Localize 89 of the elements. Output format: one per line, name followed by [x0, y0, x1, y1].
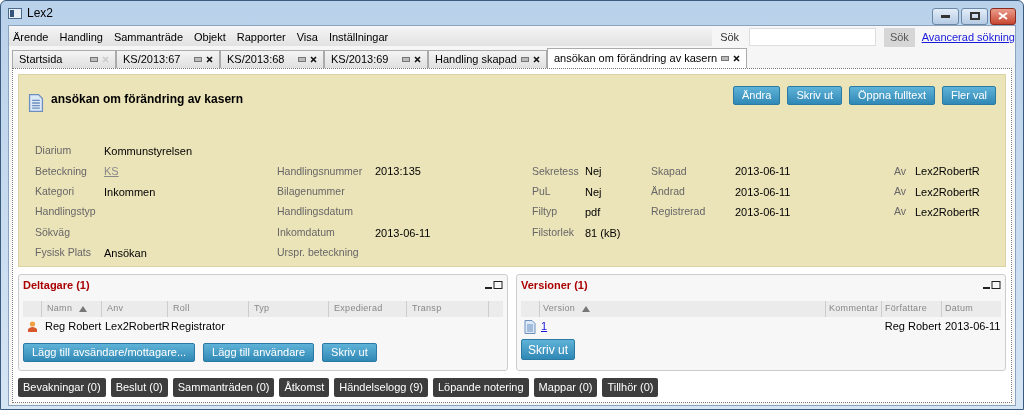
sort-ascending-icon	[79, 306, 88, 312]
section-tab[interactable]: Bevakningar (0)	[18, 378, 106, 397]
table-cell-text: Reg Robert	[44, 319, 101, 335]
minimize-button[interactable]	[932, 7, 959, 25]
field-label: Kategori	[35, 184, 76, 200]
field-label: Handlingsdatum	[277, 204, 354, 220]
advanced-search-link[interactable]: Avancerad sökning	[921, 28, 1015, 46]
field-label: Beteckning	[35, 163, 88, 179]
document-icon	[524, 319, 536, 334]
menu-item[interactable]: Ärende	[13, 28, 49, 46]
window-title: Lex2	[27, 5, 54, 22]
search-field[interactable]	[749, 28, 877, 46]
field-value: Kommunstyrelsen	[104, 143, 193, 159]
field-label: Av	[894, 184, 908, 200]
section-tab[interactable]: Sammanträden (0)	[172, 378, 275, 397]
document-tab[interactable]: KS/2013:67	[116, 50, 220, 68]
section-tab[interactable]: Beslut (0)	[110, 378, 168, 397]
field-label: Fysisk Plats	[35, 245, 92, 261]
field-value: Lex2RobertR	[915, 205, 980, 221]
field-value: pdf	[585, 205, 601, 221]
field-label: Skapad	[651, 163, 688, 179]
table-cell-text: Lex2RobertR	[104, 319, 167, 335]
field-value: Inkommen	[104, 184, 156, 200]
close-tab-icon[interactable]	[532, 56, 540, 63]
maximize-button[interactable]	[961, 7, 988, 25]
section-tab[interactable]: Åtkomst	[279, 378, 330, 397]
document-icon	[28, 94, 44, 112]
field-value: Nej	[585, 164, 602, 180]
search-label: Sök	[720, 29, 740, 45]
field-label: Filtyp	[532, 204, 559, 220]
section-tab[interactable]: Händelselogg (9)	[334, 378, 428, 397]
field-label: Av	[894, 204, 908, 220]
version-link[interactable]: 1	[539, 318, 825, 335]
field-label: Bilagenummer	[277, 184, 346, 200]
field-value: 2013-06-11	[735, 205, 791, 221]
menu-item[interactable]: Inställningar	[328, 28, 389, 46]
field-label: Sekretess	[532, 163, 580, 179]
table-cell-text: Registrator	[170, 319, 225, 335]
close-tab-icon[interactable]	[733, 55, 741, 62]
section-tab[interactable]: Tillhör (0)	[602, 378, 659, 397]
document-tab[interactable]: KS/2013:69	[324, 50, 428, 68]
field-label: Urspr. beteckning	[277, 245, 360, 261]
menu-item[interactable]: Handling	[59, 28, 103, 46]
panel-title: Deltagare (1)	[23, 277, 90, 293]
close-button[interactable]	[990, 7, 1016, 25]
search-button[interactable]: Sök	[884, 27, 915, 47]
field-label: Sökväg	[35, 224, 72, 240]
field-value: Lex2RobertR	[915, 164, 980, 180]
app-icon	[8, 7, 22, 19]
close-icon	[998, 12, 1008, 20]
minimize-maximize-icon[interactable]	[485, 280, 503, 290]
field-value: 81 (kB)	[585, 225, 621, 241]
field-value: 2013-06-11	[735, 164, 791, 180]
field-value: 2013-06-11	[375, 225, 431, 241]
person-icon	[27, 321, 37, 332]
field-label: Handlingstyp	[35, 204, 97, 220]
section-tab[interactable]: Mappar (0)	[533, 378, 598, 397]
panel-title: Versioner (1)	[521, 277, 588, 293]
menu-item[interactable]: Visa	[296, 28, 318, 46]
field-label: Ändrad	[651, 184, 686, 200]
field-value: 2013-06-11	[735, 184, 791, 200]
maximize-icon	[969, 12, 980, 20]
field-value: Nej	[585, 184, 602, 200]
minimize-icon	[941, 14, 950, 18]
field-label: Av	[894, 163, 908, 179]
document-tab[interactable]: ansökan om förändring av kasern	[546, 48, 748, 68]
field-label: Inkomdatum	[277, 224, 336, 240]
field-value: 2013:135	[375, 164, 421, 180]
section-tab[interactable]: Löpande notering	[432, 378, 529, 397]
field-label: Registrerad	[651, 204, 707, 220]
field-value: Ansökan	[104, 245, 147, 261]
close-tab-icon[interactable]	[310, 56, 317, 63]
table-cell-text: 2013-06-11	[944, 319, 1001, 335]
document-title: ansökan om förändring av kasern	[51, 91, 244, 108]
menu-item[interactable]: Rapporter	[236, 28, 286, 46]
field-label: Filstorlek	[532, 224, 575, 240]
field-label: Diarium	[35, 143, 73, 159]
document-tab[interactable]: KS/2013:68	[220, 50, 324, 68]
close-tab-icon[interactable]	[414, 56, 421, 63]
menu-item[interactable]: Sammanträde	[113, 28, 183, 46]
field-label: Handlingsnummer	[277, 163, 364, 179]
field-label: PuL	[532, 184, 552, 200]
field-value: Lex2RobertR	[915, 184, 980, 200]
menu-item[interactable]: Objekt	[194, 28, 226, 46]
minimize-maximize-icon[interactable]	[983, 280, 1001, 290]
document-tab[interactable]: Handling skapad	[428, 50, 547, 68]
close-tab-icon[interactable]	[206, 56, 213, 63]
sort-ascending-icon	[582, 306, 591, 312]
table-cell-text: Reg Robert	[883, 319, 941, 335]
